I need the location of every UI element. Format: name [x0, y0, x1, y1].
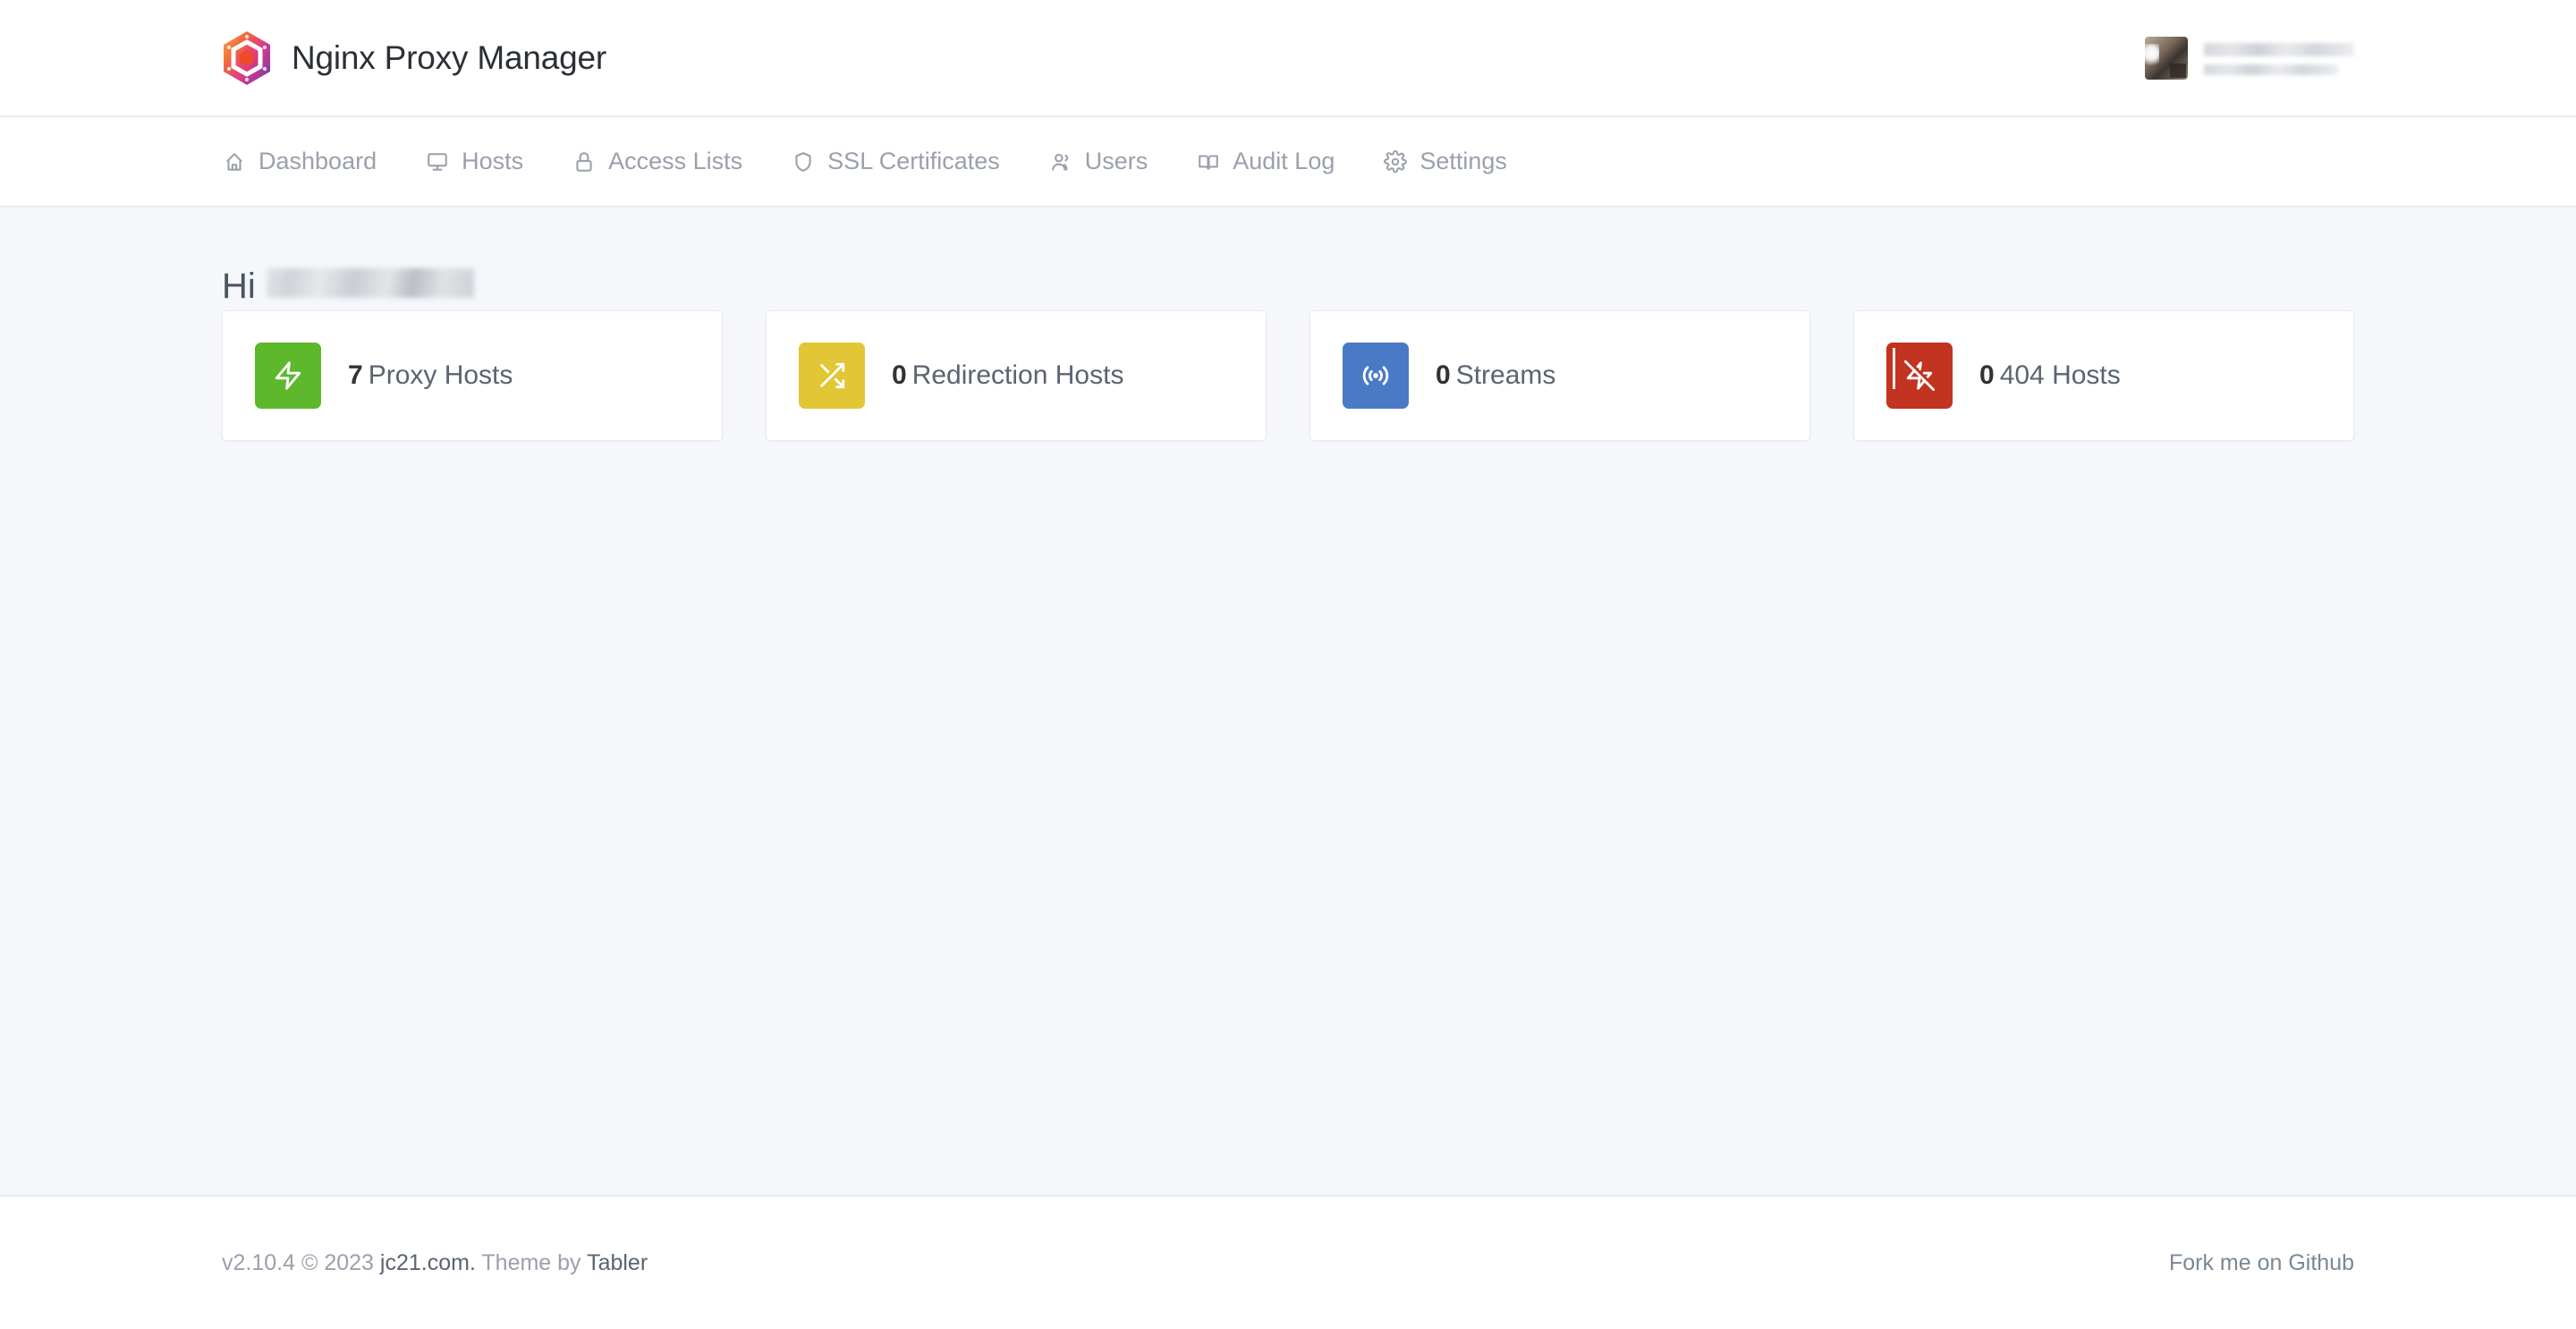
stat-label: 404 Hosts — [1999, 360, 2121, 390]
text-cursor-artifact — [1893, 348, 1895, 389]
nav-item-dashboard[interactable]: Dashboard — [222, 149, 402, 174]
greeting: Hi — [222, 207, 2354, 308]
app-header: Nginx Proxy Manager — [0, 0, 2576, 117]
zap-icon — [255, 343, 321, 409]
brand-title: Nginx Proxy Manager — [292, 38, 606, 76]
stat-card-404-hosts[interactable]: 0 404 Hosts — [1853, 310, 2354, 441]
footer-version: v2.10.4 — [222, 1249, 296, 1275]
stat-card-text: 0 404 Hosts — [1979, 362, 2121, 389]
broadcast-icon — [1343, 343, 1409, 409]
fork-on-github-link[interactable]: Fork me on Github — [2169, 1250, 2354, 1276]
nav-label: Dashboard — [258, 148, 377, 174]
stat-card-text: 7 Proxy Hosts — [348, 362, 513, 389]
header-inner: Nginx Proxy Manager — [0, 30, 2576, 86]
stat-card-streams[interactable]: 0 Streams — [1309, 310, 1810, 441]
stat-card-text: 0 Redirection Hosts — [892, 362, 1123, 389]
footer-inner: v2.10.4 © 2023 jc21.com. Theme by Tabler… — [0, 1250, 2576, 1276]
stat-count: 0 — [1436, 360, 1451, 390]
npm-hexagon-logo-icon — [222, 30, 272, 86]
stat-card-text: 0 Streams — [1436, 362, 1555, 389]
nav-item-access-lists[interactable]: Access Lists — [572, 149, 767, 174]
footer-site-link[interactable]: jc21.com. — [380, 1250, 476, 1275]
user-role-redacted — [2204, 63, 2338, 75]
user-menu[interactable] — [2145, 36, 2354, 80]
greeting-name-redacted — [266, 268, 474, 298]
nav-label: Hosts — [462, 148, 524, 174]
app-root: Nginx Proxy Manager Dashboard Hosts Acce… — [0, 0, 2576, 1329]
app-footer: v2.10.4 © 2023 jc21.com. Theme by Tabler… — [0, 1195, 2576, 1329]
stat-cards: 7 Proxy Hosts 0 Redirection Hosts 0 Stre… — [222, 310, 2354, 441]
stat-label: Streams — [1455, 360, 1556, 390]
stat-label: Redirection Hosts — [911, 360, 1124, 390]
nav-item-users[interactable]: Users — [1048, 149, 1174, 174]
stat-card-redirection-hosts[interactable]: 0 Redirection Hosts — [766, 310, 1267, 441]
shield-icon — [791, 149, 816, 174]
nav-item-hosts[interactable]: Hosts — [425, 149, 548, 174]
nav-label: Users — [1084, 148, 1148, 174]
nav-label: Access Lists — [608, 148, 743, 174]
nav-item-ssl-certificates[interactable]: SSL Certificates — [791, 149, 1025, 174]
greeting-prefix: Hi — [222, 267, 256, 306]
nav-label: Audit Log — [1233, 148, 1335, 174]
brand-link[interactable]: Nginx Proxy Manager — [222, 30, 606, 86]
stat-count: 0 — [1979, 360, 1995, 390]
main-nav: Dashboard Hosts Access Lists SSL Certifi… — [0, 117, 2576, 207]
nav-label: SSL Certificates — [827, 148, 1000, 174]
stat-count: 0 — [892, 360, 907, 390]
home-icon — [222, 149, 247, 174]
main-content: Hi 7 Proxy Hosts 0 Redirection Hosts 0 S… — [0, 207, 2576, 1195]
footer-copyright: © 2023 — [301, 1249, 374, 1275]
nav-inner: Dashboard Hosts Access Lists SSL Certifi… — [0, 149, 2576, 174]
shuffle-icon — [799, 343, 865, 409]
nav-item-audit-log[interactable]: Audit Log — [1196, 149, 1360, 174]
book-open-icon — [1196, 149, 1221, 174]
footer-credits: v2.10.4 © 2023 jc21.com. Theme by Tabler — [222, 1250, 648, 1276]
monitor-icon — [425, 149, 450, 174]
user-name-redacted — [2204, 42, 2354, 56]
nav-item-settings[interactable]: Settings — [1383, 149, 1532, 174]
stat-card-proxy-hosts[interactable]: 7 Proxy Hosts — [222, 310, 723, 441]
footer-theme-link[interactable]: Tabler — [587, 1250, 648, 1275]
users-icon — [1048, 149, 1073, 174]
zap-off-icon — [1886, 343, 1953, 409]
gear-icon — [1383, 149, 1408, 174]
user-meta — [2204, 41, 2354, 75]
footer-theme-prefix: Theme by — [481, 1249, 581, 1275]
avatar — [2145, 36, 2188, 80]
lock-icon — [572, 149, 597, 174]
stat-label: Proxy Hosts — [368, 360, 513, 390]
nav-label: Settings — [1419, 148, 1507, 174]
stat-count: 7 — [348, 360, 363, 390]
